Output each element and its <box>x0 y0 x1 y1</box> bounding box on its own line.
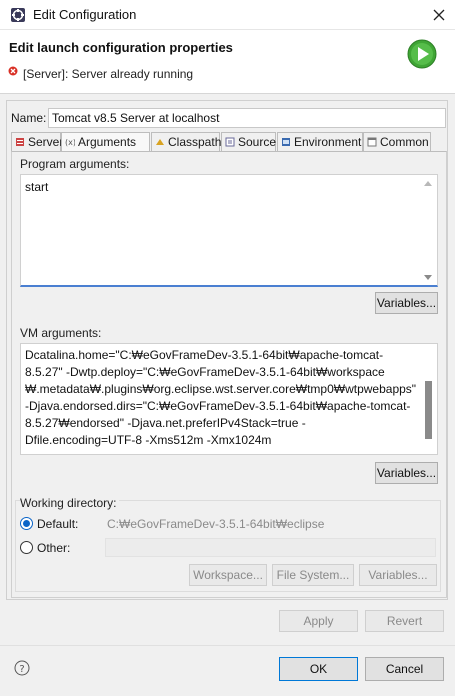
window-title: Edit Configuration <box>33 7 137 22</box>
tab-label: Common <box>380 135 429 149</box>
tab-label: Environment <box>294 135 362 149</box>
svg-text:?: ? <box>19 664 24 675</box>
vm-arguments-line: -Djava.endorsed.dirs="C:₩eGovFrameDev-3.… <box>25 399 411 413</box>
vm-arguments-line: Dcatalina.home="C:₩eGovFrameDev-3.5.1-64… <box>25 348 384 362</box>
vm-arguments-line: Dfile.encoding=UTF-8 -Xms512m -Xmx1024m <box>25 433 272 447</box>
header-message: [Server]: Server already running <box>23 67 194 81</box>
tab-arguments[interactable]: (x)=Arguments <box>61 132 150 152</box>
workspace-button[interactable]: Workspace... <box>189 564 267 586</box>
default-working-directory: C:₩eGovFrameDev-3.5.1-64bit₩eclipse <box>107 517 325 531</box>
error-icon <box>8 66 18 76</box>
working-dir-variables-button[interactable]: Variables... <box>359 564 437 586</box>
tab-label: Arguments <box>78 135 137 149</box>
program-variables-button[interactable]: Variables... <box>375 292 438 314</box>
other-directory-input[interactable] <box>105 538 436 557</box>
classpath-icon <box>156 139 164 145</box>
tab-common[interactable]: Common <box>363 132 431 151</box>
tab-label: Classpath <box>168 135 222 149</box>
tab-environment[interactable]: Environment <box>277 132 363 151</box>
tab-server[interactable]: Server <box>11 132 64 151</box>
vm-arguments-line: ₩.metadata₩.plugins₩org.eclipse.wst.serv… <box>25 382 417 396</box>
program-arguments-textarea[interactable] <box>20 174 438 287</box>
scroll-up-arrow-icon[interactable] <box>424 180 432 188</box>
scroll-down-arrow-icon[interactable] <box>424 273 432 281</box>
other-radio[interactable] <box>20 541 33 554</box>
server-icon <box>16 138 24 146</box>
arguments-icon: (x)= <box>65 138 75 147</box>
common-icon <box>367 137 377 147</box>
cancel-button[interactable]: Cancel <box>365 657 444 681</box>
apply-button[interactable]: Apply <box>279 610 358 632</box>
tab-source[interactable]: Source <box>221 132 276 151</box>
vm-arguments-label: VM arguments: <box>20 326 102 340</box>
run-icon <box>407 39 437 69</box>
vm-scrollbar-thumb[interactable] <box>425 381 432 439</box>
program-arguments-value: start <box>25 180 49 194</box>
ok-button[interactable]: OK <box>279 657 358 681</box>
revert-button[interactable]: Revert <box>365 610 444 632</box>
name-input[interactable] <box>48 108 446 128</box>
svg-text:(x)=: (x)= <box>65 138 75 147</box>
environment-icon <box>282 138 290 146</box>
tab-label: Source <box>238 135 277 149</box>
tab-classpath[interactable]: Classpath <box>151 132 222 151</box>
help-icon[interactable]: ? <box>14 660 30 676</box>
tab-label: Server <box>28 135 64 149</box>
name-label: Name: <box>11 111 47 125</box>
source-icon <box>225 137 235 147</box>
eclipse-app-icon <box>11 8 25 22</box>
file-system-button[interactable]: File System... <box>272 564 354 586</box>
header-title: Edit launch configuration properties <box>9 40 233 55</box>
vm-arguments-line: 8.5.27" -Dwtp.deploy="C:₩eGovFrameDev-3.… <box>25 365 385 379</box>
program-arguments-label: Program arguments: <box>20 157 130 171</box>
other-radio-label: Other: <box>37 541 71 555</box>
default-radio-label: Default: <box>37 517 79 531</box>
working-directory-label: Working directory: <box>20 496 120 510</box>
vm-arguments-line: 8.5.27₩endorsed" -Djava.net.preferIPv4St… <box>25 416 306 430</box>
close-icon[interactable] <box>429 5 449 25</box>
vm-variables-button[interactable]: Variables... <box>375 462 438 484</box>
footer-divider <box>0 645 455 646</box>
default-radio[interactable] <box>20 517 33 530</box>
